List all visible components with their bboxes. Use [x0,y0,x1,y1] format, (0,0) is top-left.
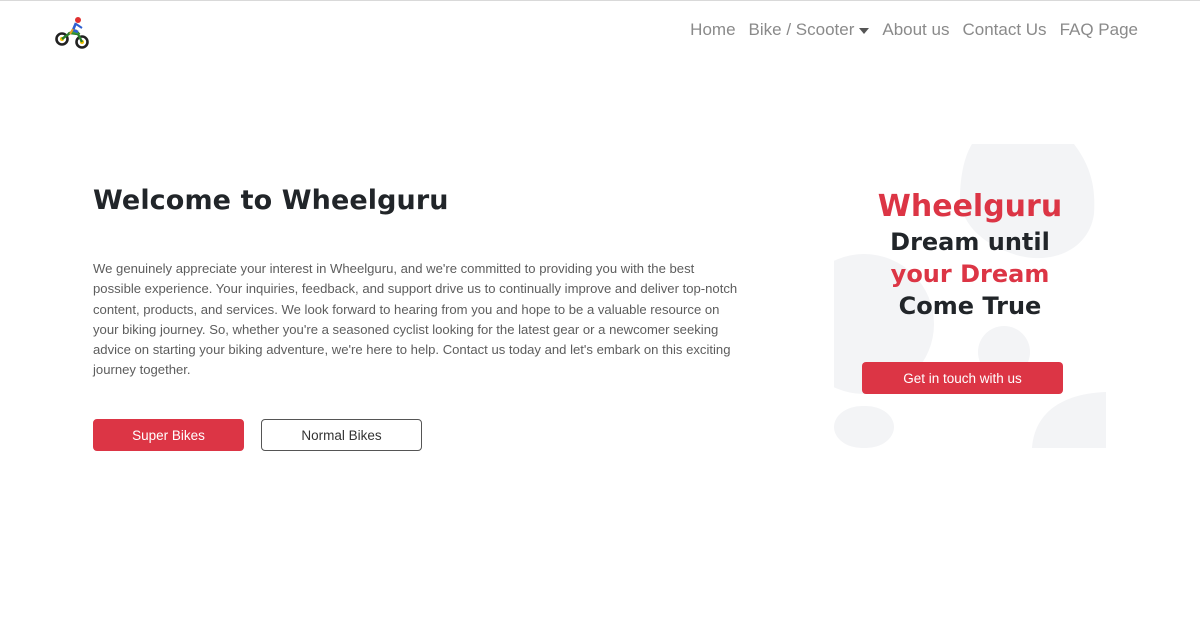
promo-line-1: Dream until [890,228,1050,256]
promo-line-3: Come True [898,292,1042,320]
nav-faq-link[interactable]: FAQ Page [1060,20,1138,40]
nav-bike-scooter-dropdown[interactable]: Bike / Scooter [749,20,870,40]
nav-home-link[interactable]: Home [690,20,735,40]
caret-down-icon [859,28,870,34]
promo-brand: Wheelguru [877,189,1063,224]
nav-contact-link[interactable]: Contact Us [962,20,1046,40]
normal-bikes-button[interactable]: Normal Bikes [261,419,422,451]
hero-description: We genuinely appreciate your interest in… [93,261,738,378]
super-bikes-button[interactable]: Super Bikes [93,419,244,451]
nav-about-link[interactable]: About us [882,20,949,40]
nav-bike-scooter-label: Bike / Scooter [748,20,855,39]
navbar: Home Bike / Scooter About us Contact Us … [0,0,1200,66]
get-in-touch-button[interactable]: Get in touch with us [862,362,1063,394]
motorbike-logo-icon[interactable] [54,16,90,50]
hero-title: Welcome to Wheelguru [93,185,449,216]
promo-headline: Wheelguru Dream until your Dream Come Tr… [834,188,1106,322]
nav-links: Home Bike / Scooter About us Contact Us … [690,20,1138,40]
promo-card: Wheelguru Dream until your Dream Come Tr… [834,144,1106,448]
promo-line-2: your Dream [890,260,1050,288]
